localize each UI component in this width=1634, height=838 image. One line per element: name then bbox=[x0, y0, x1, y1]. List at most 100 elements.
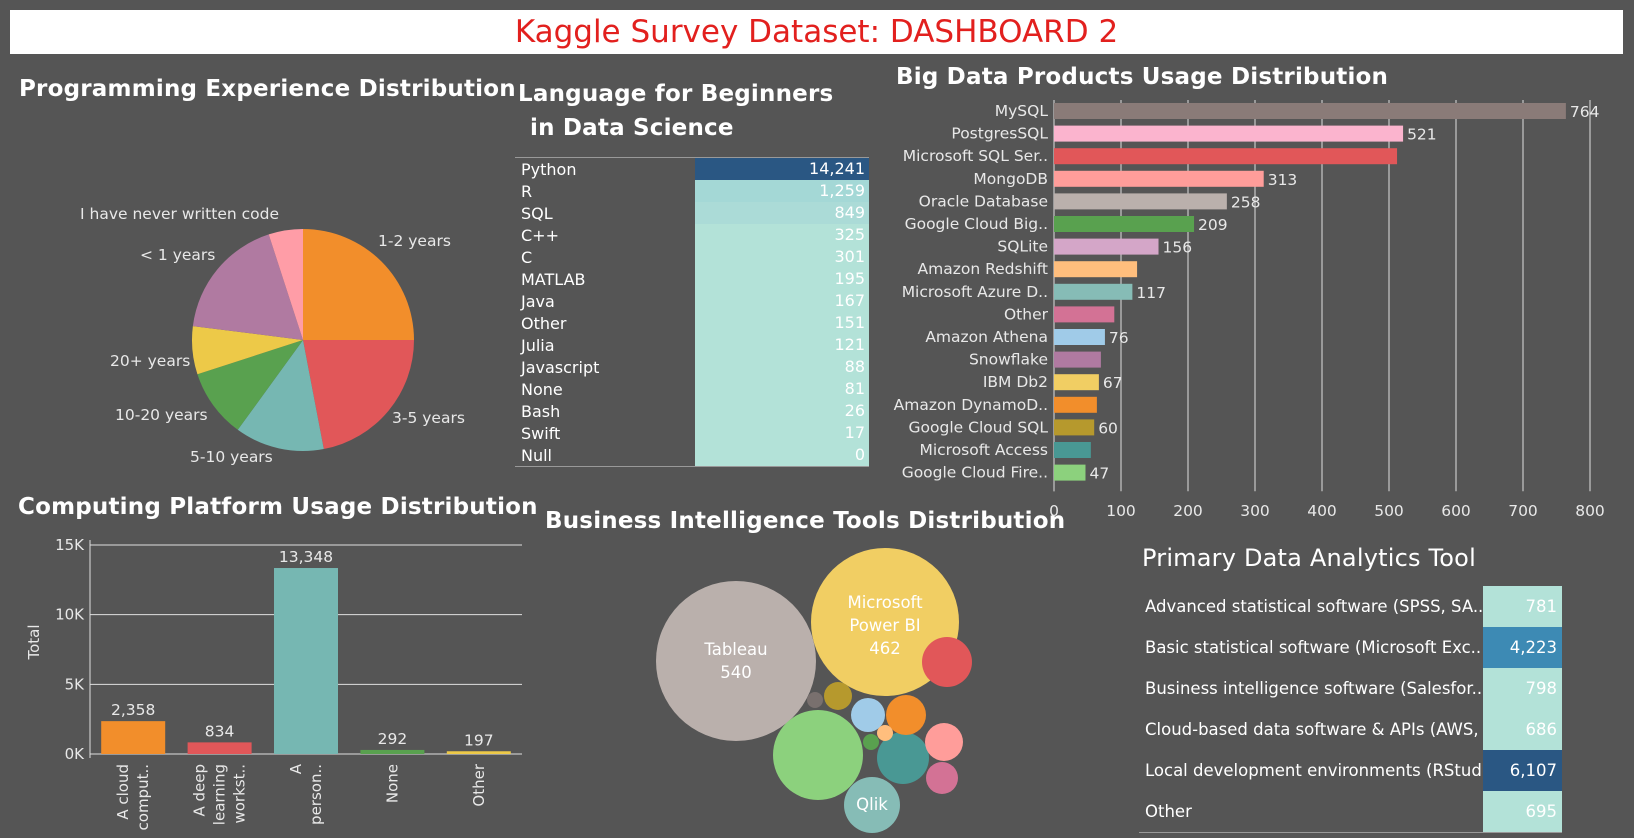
analytics-tool-count-cell: 798 bbox=[1483, 668, 1562, 709]
language-count-cell: 17 bbox=[695, 422, 869, 444]
language-row: Python 14,241 bbox=[515, 158, 869, 180]
bar bbox=[1054, 103, 1566, 119]
pie-slice-label: 5-10 years bbox=[190, 448, 273, 466]
language-name: C++ bbox=[521, 225, 559, 245]
data-label: 292 bbox=[378, 730, 408, 748]
pie-slice-label: 20+ years bbox=[110, 352, 190, 370]
category-label: Amazon Athena bbox=[925, 328, 1048, 346]
computing-platform-bar-chart: Total 0K 5K 10K 15K 2,358 A cloud comput.. 834 A … bbox=[25, 536, 522, 830]
language-row: Null 0 bbox=[515, 444, 869, 466]
language-count-cell: 88 bbox=[695, 356, 869, 378]
bubble bbox=[886, 695, 926, 735]
programming-experience-title: Programming Experience Distribution bbox=[19, 76, 516, 102]
bar bbox=[1054, 125, 1404, 142]
dashboard-title-bar: Kaggle Survey Dataset: DASHBOARD 2 bbox=[10, 10, 1623, 54]
language-row: MATLAB 195 bbox=[515, 268, 869, 290]
bubble-label: Qlik bbox=[856, 795, 888, 814]
computing-platform-title: Computing Platform Usage Distribution bbox=[18, 494, 538, 520]
language-name: C bbox=[521, 247, 533, 267]
bar bbox=[1054, 216, 1195, 232]
language-count-cell: 151 bbox=[695, 312, 869, 334]
y-tick-label: 0K bbox=[65, 745, 86, 763]
language-name: Java bbox=[521, 291, 555, 311]
analytics-tool-name: Business intelligence software (Salesfor… bbox=[1145, 679, 1483, 698]
language-row: Java 167 bbox=[515, 290, 869, 312]
analytics-tool-count-cell: 695 bbox=[1483, 791, 1562, 832]
bar bbox=[274, 568, 338, 754]
data-label: 76 bbox=[1109, 329, 1129, 347]
category-label: Amazon Redshift bbox=[918, 260, 1049, 278]
language-row: C++ 325 bbox=[515, 224, 869, 246]
language-name: MATLAB bbox=[521, 269, 586, 289]
category-label: MySQL bbox=[995, 102, 1049, 120]
bar bbox=[1054, 306, 1115, 323]
language-title-line2: in Data Science bbox=[530, 115, 734, 141]
language-row: R 1,259 bbox=[515, 180, 869, 202]
data-label: 117 bbox=[1136, 284, 1166, 302]
category-label: Other bbox=[1004, 305, 1049, 323]
language-row: None 81 bbox=[515, 378, 869, 400]
category-label: comput.. bbox=[134, 764, 152, 830]
language-count-cell: 167 bbox=[695, 290, 869, 312]
pie-slice-label: 10-20 years bbox=[115, 406, 208, 424]
big-data-bar-chart: 0 100 200 300 400 500 600 700 800 MySQL 764 Postgre… bbox=[894, 100, 1605, 520]
data-label: 60 bbox=[1098, 419, 1118, 437]
data-label: 2,358 bbox=[111, 701, 155, 719]
language-beginners-table: Python 14,241 R 1,259 SQL 849 C++ 325 C 301 MATLAB… bbox=[515, 157, 869, 467]
bar bbox=[1054, 329, 1105, 345]
data-label: 834 bbox=[205, 722, 235, 740]
language-row: Julia 121 bbox=[515, 334, 869, 356]
language-row: C 301 bbox=[515, 246, 869, 268]
x-tick-label: 800 bbox=[1575, 502, 1605, 520]
data-label: 67 bbox=[1103, 374, 1123, 392]
analytics-tool-row: Advanced statistical software (SPSS, SA.… bbox=[1139, 586, 1562, 627]
analytics-tool-name: Other bbox=[1145, 802, 1192, 821]
category-label: person.. bbox=[307, 764, 325, 825]
bar bbox=[1054, 419, 1095, 436]
category-label: Other bbox=[470, 763, 488, 806]
category-label: Snowflake bbox=[969, 351, 1048, 369]
analytics-tool-row: Basic statistical software (Microsoft Ex… bbox=[1139, 627, 1562, 668]
language-count-cell: 121 bbox=[695, 334, 869, 356]
category-label: Oracle Database bbox=[919, 192, 1048, 210]
language-count-cell: 301 bbox=[695, 246, 869, 268]
x-tick-label: 400 bbox=[1307, 502, 1337, 520]
category-label: A cloud bbox=[114, 764, 132, 820]
analytics-tool-row: Business intelligence software (Salesfor… bbox=[1139, 668, 1562, 709]
category-label: None bbox=[383, 764, 401, 803]
y-tick-label: 5K bbox=[65, 675, 86, 693]
bubble bbox=[922, 637, 972, 687]
bubble bbox=[925, 723, 963, 761]
category-label: PostgresSQL bbox=[951, 125, 1048, 143]
bubble-label: Microsoft bbox=[847, 593, 923, 612]
analytics-tool-count-cell: 6,107 bbox=[1483, 750, 1562, 791]
data-label: 156 bbox=[1163, 239, 1193, 257]
language-name: SQL bbox=[521, 203, 553, 223]
bar bbox=[1054, 464, 1086, 481]
language-count-cell: 849 bbox=[695, 202, 869, 224]
bar bbox=[1054, 351, 1101, 368]
category-label: SQLite bbox=[997, 238, 1048, 256]
bar bbox=[1054, 193, 1227, 210]
bar bbox=[1054, 148, 1398, 165]
language-name: Julia bbox=[521, 335, 555, 355]
language-row: Bash 26 bbox=[515, 400, 869, 422]
x-tick-label: 200 bbox=[1173, 502, 1203, 520]
big-data-title: Big Data Products Usage Distribution bbox=[896, 64, 1389, 90]
x-tick-label: 500 bbox=[1374, 502, 1404, 520]
bubble-label: Tableau bbox=[703, 640, 767, 659]
data-label: 197 bbox=[464, 731, 494, 749]
category-label: learning bbox=[211, 764, 229, 825]
language-name: Null bbox=[521, 445, 552, 465]
language-count-cell: 81 bbox=[695, 378, 869, 400]
bar bbox=[1054, 283, 1133, 300]
analytics-tool-name: Cloud-based data software & APIs (AWS, .… bbox=[1145, 720, 1485, 739]
language-count-cell: 14,241 bbox=[695, 158, 869, 180]
analytics-tool-count-cell: 4,223 bbox=[1483, 627, 1562, 668]
language-row: Swift 17 bbox=[515, 422, 869, 444]
bar bbox=[446, 751, 511, 754]
language-count-cell: 195 bbox=[695, 268, 869, 290]
bar bbox=[187, 742, 252, 754]
bubble bbox=[863, 734, 879, 750]
bubble bbox=[656, 581, 816, 741]
